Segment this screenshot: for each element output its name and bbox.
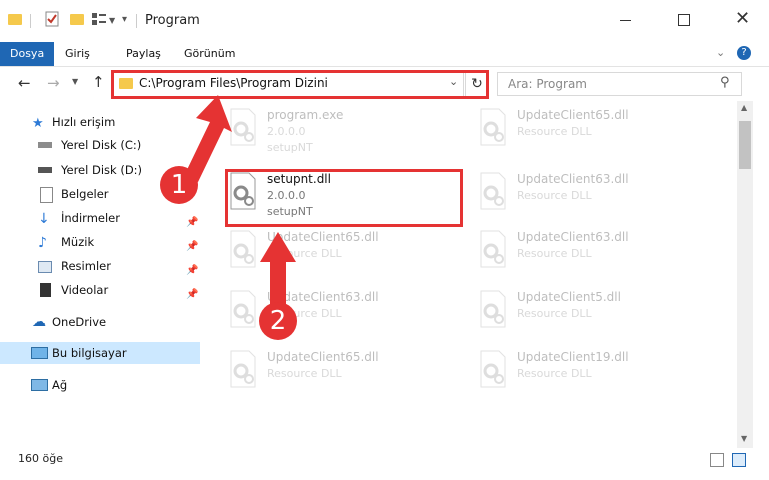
step-2-badge: 2 — [259, 302, 297, 340]
annotation-arrows — [184, 95, 296, 305]
arrow-2 — [260, 232, 296, 305]
arrow-1 — [184, 95, 232, 182]
step-1-badge: 1 — [160, 166, 198, 204]
